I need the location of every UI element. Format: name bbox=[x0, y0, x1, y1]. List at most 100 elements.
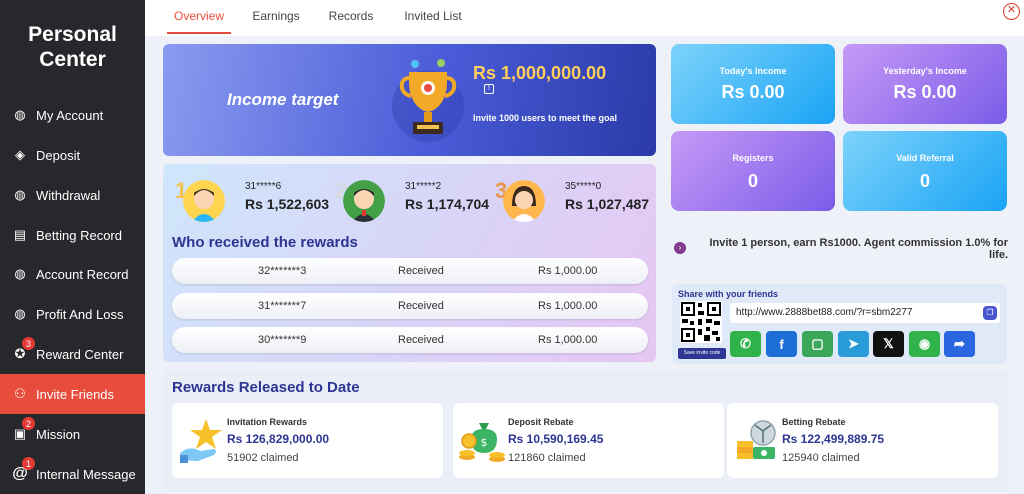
avatar bbox=[343, 180, 385, 222]
leaderboard-entry: 1 31*****6 Rs 1,522,603 bbox=[175, 172, 335, 224]
sidebar-item-label: Invite Friends bbox=[36, 386, 115, 402]
avatar bbox=[183, 180, 225, 222]
reward-amount: Rs 122,499,889.75 bbox=[782, 432, 885, 446]
yesterday-income-value: Rs 0.00 bbox=[893, 82, 957, 102]
sidebar-item-my-account[interactable]: ◍ My Account bbox=[0, 95, 145, 135]
sidebar-item-withdrawal[interactable]: ◍ Withdrawal bbox=[0, 175, 145, 215]
share-icon[interactable]: ➦ bbox=[944, 331, 975, 357]
yesterday-income-card: Yesterday's Income Rs 0.00 bbox=[843, 44, 1007, 124]
deposit-rebate-card: $ Deposit Rebate Rs 10,590,169.45 121860… bbox=[453, 403, 724, 478]
withdrawal-icon: ◍ bbox=[14, 187, 26, 202]
leaderboard-entry: 2 31*****2 Rs 1,174,704 bbox=[335, 172, 495, 224]
invite-text: Invite 1 person, earn Rs1000. Agent comm… bbox=[709, 237, 1008, 261]
sidebar-title-line1: Personal bbox=[28, 23, 117, 46]
tab-overview[interactable]: Overview bbox=[167, 0, 231, 34]
line-icon[interactable]: ◉ bbox=[909, 331, 940, 357]
sidebar-item-label: Internal Message bbox=[36, 466, 136, 482]
received-user: 31*******7 bbox=[258, 300, 307, 312]
today-income-card: Today's Income Rs 0.00 bbox=[671, 44, 835, 124]
received-user: 32*******3 bbox=[258, 265, 307, 277]
sms-icon[interactable]: ▢ bbox=[802, 331, 833, 357]
sidebar-item-internal-message[interactable]: 1 @ Internal Message bbox=[0, 454, 145, 494]
profit-icon: ◍ bbox=[14, 306, 26, 321]
x-icon[interactable]: 𝕏 bbox=[873, 331, 904, 357]
rewards-released-title: Rewards Released to Date bbox=[172, 379, 360, 396]
received-status: Received bbox=[398, 265, 444, 277]
valid-referral-label: Valid Referral bbox=[896, 153, 954, 163]
close-button[interactable]: ✕ bbox=[1003, 3, 1020, 20]
sidebar-item-label: Withdrawal bbox=[36, 187, 101, 203]
income-target-amount: Rs 1,000,000.00 bbox=[473, 63, 607, 83]
list-item: 31*******7 Received Rs 1,000.00 bbox=[172, 293, 648, 319]
sidebar-item-label: Account Record bbox=[36, 266, 129, 282]
sidebar-item-label: Deposit bbox=[36, 147, 81, 163]
list-item: 30*******9 Received Rs 1,000.00 bbox=[172, 327, 648, 353]
today-income-label: Today's Income bbox=[719, 66, 787, 76]
sidebar-item-reward-center[interactable]: 3 ✪ Reward Center bbox=[0, 334, 145, 374]
users-icon: ⚇ bbox=[14, 386, 26, 401]
coins-ball-icon bbox=[737, 420, 776, 459]
notification-badge: 3 bbox=[22, 337, 35, 350]
avatar bbox=[503, 180, 545, 222]
record-icon: ◍ bbox=[14, 266, 26, 281]
sidebar-item-deposit[interactable]: ◈ Deposit bbox=[0, 135, 145, 175]
rank-amount: Rs 1,522,603 bbox=[245, 196, 330, 212]
sidebar-item-mission[interactable]: 2 ▣ Mission bbox=[0, 414, 145, 454]
deposit-icon: ◈ bbox=[15, 147, 25, 162]
income-target-label: Income target bbox=[227, 90, 339, 109]
sidebar-title-line2: Center bbox=[39, 48, 106, 71]
whatsapp-icon[interactable]: ✆ bbox=[730, 331, 761, 357]
income-target-banner: Income target Rs 1,000,000.00 ! Invite 1… bbox=[163, 44, 656, 156]
today-income-value: Rs 0.00 bbox=[721, 82, 785, 102]
registers-card: Registers 0 bbox=[671, 131, 835, 211]
sidebar-item-profit-and-loss[interactable]: ◍ Profit And Loss bbox=[0, 294, 145, 334]
share-url: http://www.2888bet88.com/?r=sbm2277 bbox=[736, 307, 913, 318]
valid-referral-card: Valid Referral 0 bbox=[843, 131, 1007, 211]
save-invite-code-button[interactable]: Save invite code bbox=[678, 348, 726, 359]
sidebar-title: Personal Center bbox=[0, 22, 145, 72]
invite-info: › Invite 1 person, earn Rs1000. Agent co… bbox=[672, 237, 1009, 267]
received-amount: Rs 1,000.00 bbox=[538, 334, 598, 346]
svg-text:$: $ bbox=[481, 436, 488, 449]
valid-referral-value: 0 bbox=[919, 171, 930, 191]
sidebar-item-label: Profit And Loss bbox=[36, 306, 124, 322]
rank-user: 31*****6 bbox=[245, 181, 282, 192]
info-icon[interactable]: ! bbox=[484, 84, 494, 94]
yesterday-income-label: Yesterday's Income bbox=[883, 66, 967, 76]
tab-records[interactable]: Records bbox=[325, 0, 377, 34]
registers-value: 0 bbox=[747, 171, 758, 191]
sidebar-item-invite-friends[interactable]: ⚇ Invite Friends bbox=[0, 374, 145, 414]
facebook-icon[interactable]: f bbox=[766, 331, 797, 357]
received-user: 30*******9 bbox=[258, 334, 307, 346]
received-amount: Rs 1,000.00 bbox=[538, 300, 598, 312]
notification-badge: 2 bbox=[22, 417, 35, 430]
rank-amount: Rs 1,174,704 bbox=[405, 196, 490, 212]
received-amount: Rs 1,000.00 bbox=[538, 265, 598, 277]
reward-label: Deposit Rebate bbox=[508, 417, 574, 427]
account-icon: ◍ bbox=[14, 107, 26, 122]
share-url-field[interactable]: http://www.2888bet88.com/?r=sbm2277 ❐ bbox=[730, 303, 1000, 323]
rewards-panel: 1 31*****6 Rs 1,522,603 2 31*****2 Rs 1,… bbox=[163, 164, 656, 362]
reward-claimed: 125940 claimed bbox=[782, 452, 860, 464]
sidebar: Personal Center ◍ My Account ◈ Deposit ◍… bbox=[0, 0, 145, 494]
share-title: Share with your friends bbox=[678, 289, 779, 299]
notification-badge: 1 bbox=[22, 457, 35, 470]
tab-earnings[interactable]: Earnings bbox=[248, 0, 304, 34]
chevron-right-icon[interactable]: › bbox=[674, 242, 686, 254]
telegram-icon[interactable]: ➤ bbox=[838, 331, 869, 357]
reward-label: Betting Rebate bbox=[782, 417, 846, 427]
sidebar-item-account-record[interactable]: ◍ Account Record bbox=[0, 254, 145, 294]
betting-rebate-card: Betting Rebate Rs 122,499,889.75 125940 … bbox=[727, 403, 998, 478]
tab-invited-list[interactable]: Invited List bbox=[397, 0, 469, 34]
invitation-rewards-card: Invitation Rewards Rs 126,829,000.00 519… bbox=[172, 403, 443, 478]
qr-code-icon bbox=[680, 301, 722, 343]
received-status: Received bbox=[398, 300, 444, 312]
reward-label: Invitation Rewards bbox=[227, 417, 308, 427]
share-panel: Share with your friends Save invite code… bbox=[672, 284, 1007, 364]
rank-user: 31*****2 bbox=[405, 181, 442, 192]
sidebar-item-betting-record[interactable]: ▤ Betting Record bbox=[0, 215, 145, 255]
sidebar-item-label: Mission bbox=[36, 426, 81, 442]
rank-user: 35*****0 bbox=[565, 181, 602, 192]
sidebar-item-label: Betting Record bbox=[36, 227, 122, 243]
copy-icon[interactable]: ❐ bbox=[983, 306, 997, 320]
